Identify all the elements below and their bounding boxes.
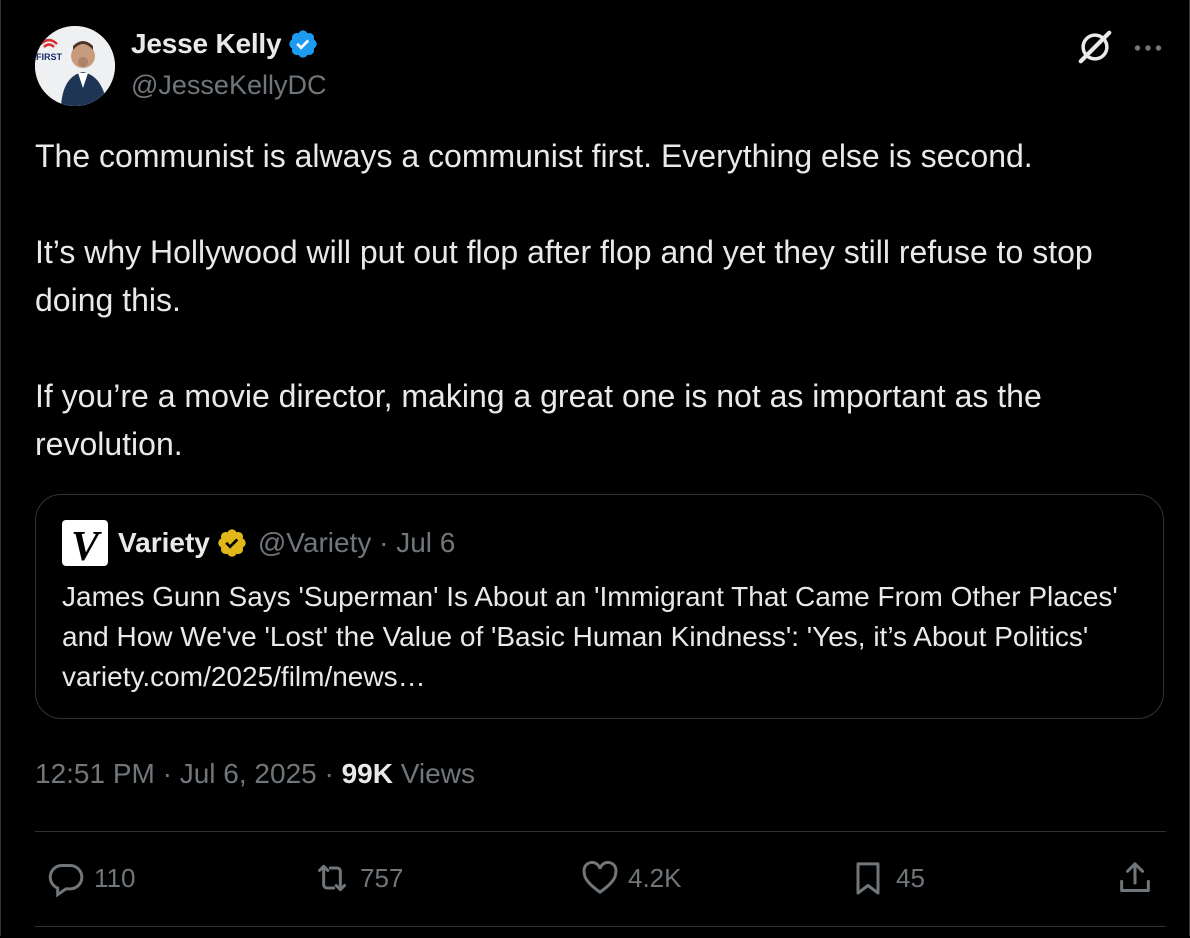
- tweet-paragraph: The communist is always a communist firs…: [35, 138, 1033, 174]
- author-name-row[interactable]: Jesse Kelly: [131, 28, 319, 60]
- tweet-paragraph: It’s why Hollywood will put out flop aft…: [35, 234, 1093, 318]
- quoted-author-name[interactable]: Variety: [118, 527, 210, 559]
- tweet-timestamp[interactable]: 12:51 PM · Jul 6, 2025 ·: [35, 758, 342, 789]
- views-label: Views: [392, 758, 475, 789]
- avatar[interactable]: FIRST: [35, 26, 115, 106]
- verified-check-icon: [289, 30, 318, 58]
- variety-logo[interactable]: V: [62, 520, 108, 566]
- author-name[interactable]: Jesse Kelly: [131, 28, 282, 60]
- quoted-tweet-header: V Variety @Variety · Jul 6: [62, 520, 456, 566]
- quoted-tweet-card[interactable]: V Variety @Variety · Jul 6 James Gunn Sa…: [35, 494, 1164, 719]
- bookmark-icon: [856, 862, 880, 895]
- like-button[interactable]: 4.2K: [580, 858, 682, 898]
- verified-gold-icon: [218, 529, 246, 557]
- more-dots-icon[interactable]: [1130, 30, 1166, 66]
- repost-button[interactable]: 757: [312, 858, 403, 898]
- repost-count: 757: [360, 862, 404, 893]
- reply-button[interactable]: 110: [46, 858, 135, 898]
- reply-icon: [48, 864, 84, 898]
- divider: [35, 831, 1166, 832]
- views-count: 99K: [341, 758, 393, 789]
- avatar-badge-text: FIRST: [36, 52, 63, 62]
- author-handle[interactable]: @JesseKellyDC: [131, 70, 326, 101]
- repost-icon: [318, 864, 346, 892]
- grok-icon[interactable]: [1076, 28, 1114, 66]
- bookmark-count: 45: [896, 862, 925, 893]
- tweet-text: The communist is always a communist firs…: [35, 132, 1155, 468]
- share-icon: [1120, 862, 1150, 892]
- divider: [35, 926, 1166, 927]
- variety-logo-letter: V: [71, 524, 102, 566]
- tweet-timestamp-views: 12:51 PM · Jul 6, 2025 · 99K Views: [35, 758, 475, 790]
- tweet-paragraph: If you’re a movie director, making a gre…: [35, 378, 1042, 462]
- quoted-handle-date[interactable]: @Variety · Jul 6: [258, 527, 456, 559]
- heart-icon: [582, 860, 618, 895]
- share-button[interactable]: [1115, 858, 1155, 898]
- quoted-tweet-text: James Gunn Says 'Superman' Is About an '…: [62, 581, 1118, 692]
- bookmark-button[interactable]: 45: [848, 858, 925, 898]
- reply-count: 110: [94, 862, 136, 893]
- like-count: 4.2K: [628, 862, 682, 893]
